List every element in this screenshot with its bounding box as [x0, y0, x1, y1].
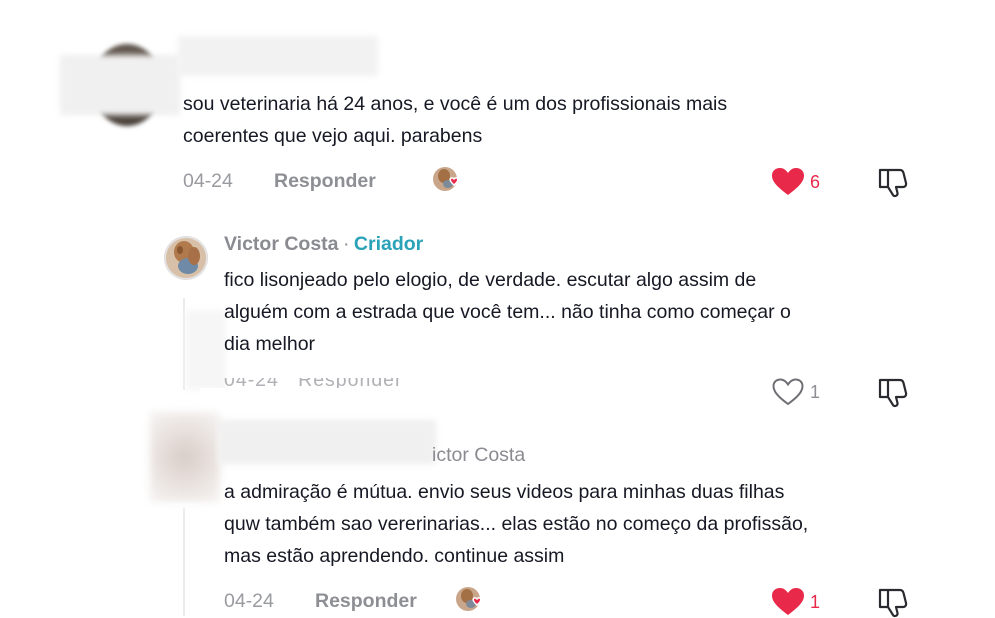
author-name-redacted: [178, 36, 378, 76]
comment-3: ictor Costa a admiração é mútua. envio s…: [0, 400, 995, 618]
heart-filled-icon: [772, 588, 804, 615]
avatar[interactable]: [164, 236, 208, 280]
like-count: 6: [810, 172, 821, 192]
redacted-area: [186, 310, 226, 390]
comment-text: a admiração é mútua. envio seus videos p…: [224, 481, 809, 567]
thread-line: [183, 298, 185, 390]
obscured-meta-row: 04-24 Responder: [224, 378, 484, 388]
author-name-partial[interactable]: ictor Costa: [432, 444, 525, 467]
heart-filled-icon: [772, 168, 804, 195]
author-name-redacted: [218, 420, 436, 464]
comment-text: sou veterinaria há 24 anos, e você é um …: [183, 93, 728, 147]
creator-badge: Criador: [353, 233, 424, 255]
comment-text: fico lisonjeado pelo elogio, de verdade.…: [224, 269, 791, 355]
comment-2: Victor Costa · Criador fico lisonjeado p…: [0, 210, 995, 418]
comment-date: 04-24: [224, 590, 274, 612]
author-line: Victor Costa · Criador: [224, 233, 423, 256]
like-button[interactable]: 1: [772, 588, 832, 618]
author-name[interactable]: Victor Costa: [224, 233, 339, 255]
comment-1: sou veterinaria há 24 anos, e você é um …: [0, 0, 995, 210]
comment-date: 04-24: [183, 170, 233, 192]
like-count: 1: [810, 592, 821, 612]
dislike-button[interactable]: [876, 586, 910, 618]
dislike-button[interactable]: [876, 166, 910, 198]
reply-button[interactable]: Responder: [274, 170, 376, 193]
author-separator: ·: [342, 233, 350, 255]
dislike-icon: [878, 588, 908, 618]
like-button[interactable]: 6: [772, 168, 832, 198]
dislike-icon: [878, 168, 908, 198]
avatar-blur-mask: [60, 55, 180, 115]
reply-button[interactable]: Responder: [315, 590, 417, 613]
creator-liked-avatar-icon: [455, 585, 487, 615]
avatar[interactable]: [150, 412, 220, 502]
creator-liked-avatar-icon: [432, 165, 464, 195]
thread-line: [183, 508, 185, 616]
